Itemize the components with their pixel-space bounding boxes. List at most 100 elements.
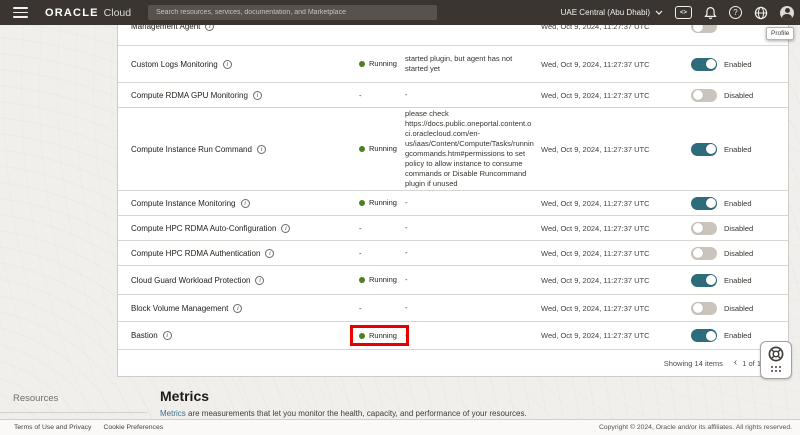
plugin-message: - bbox=[405, 248, 541, 258]
plugin-updated: Wed, Oct 9, 2024, 11:27:37 UTC bbox=[541, 224, 691, 233]
plugin-message: - bbox=[405, 331, 541, 341]
apps-grid-icon[interactable] bbox=[771, 366, 781, 372]
plugin-updated: Wed, Oct 9, 2024, 11:27:37 UTC bbox=[541, 145, 691, 154]
search-input[interactable] bbox=[156, 9, 429, 16]
table-row: Bastion i Running - Wed, Oct 9, 2024, 11… bbox=[118, 322, 788, 350]
plugin-name: Bastion bbox=[131, 331, 158, 340]
status-dot bbox=[359, 200, 365, 206]
plugin-toggle[interactable] bbox=[691, 222, 717, 235]
plugin-toggle[interactable] bbox=[691, 58, 717, 71]
plugin-name: Compute RDMA GPU Monitoring bbox=[131, 91, 248, 100]
metrics-section-heading: Metrics bbox=[160, 388, 209, 404]
info-icon[interactable]: i bbox=[281, 224, 290, 233]
info-icon[interactable]: i bbox=[233, 304, 242, 313]
toggle-state-label: Enabled bbox=[724, 331, 752, 340]
metrics-link[interactable]: Metrics bbox=[160, 409, 186, 418]
sidebar-divider bbox=[0, 412, 147, 413]
toggle-state-label: Enabled bbox=[724, 276, 752, 285]
status-dot bbox=[359, 277, 365, 283]
plugin-updated: Wed, Oct 9, 2024, 11:27:37 UTC bbox=[541, 249, 691, 258]
plugin-message: - bbox=[405, 303, 541, 313]
resources-sidebar-title: Resources bbox=[13, 393, 58, 404]
plugin-status: Running bbox=[369, 275, 397, 284]
support-widget[interactable] bbox=[760, 341, 792, 379]
page-footer: Terms of Use and Privacy Cookie Preferen… bbox=[0, 419, 800, 435]
status-cell: - bbox=[359, 224, 362, 233]
region-selector[interactable]: UAE Central (Abu Dhabi) bbox=[561, 8, 663, 17]
plugin-toggle[interactable] bbox=[691, 274, 717, 287]
plugin-message: - bbox=[405, 198, 541, 208]
plugin-updated: Wed, Oct 9, 2024, 11:27:37 UTC bbox=[541, 91, 691, 100]
toggle-state-label: Enabled bbox=[724, 60, 752, 69]
terms-link[interactable]: Terms of Use and Privacy bbox=[14, 424, 91, 431]
plugin-updated: Wed, Oct 9, 2024, 11:27:37 UTC bbox=[541, 60, 691, 69]
cookie-preferences-link[interactable]: Cookie Preferences bbox=[103, 424, 163, 431]
top-navigation-bar: ORACLE Cloud UAE Central (Abu Dhabi) <> … bbox=[0, 0, 800, 25]
hamburger-menu-icon[interactable] bbox=[13, 7, 28, 18]
page-indicator: 1 of 1 bbox=[742, 359, 761, 368]
table-row: Compute RDMA GPU Monitoring i - - Wed, O… bbox=[118, 83, 788, 108]
plugin-name: Compute HPC RDMA Authentication bbox=[131, 249, 260, 258]
info-icon[interactable]: i bbox=[163, 331, 172, 340]
plugin-name: Compute HPC RDMA Auto-Configuration bbox=[131, 224, 276, 233]
table-row: Block Volume Management i - - Wed, Oct 9… bbox=[118, 295, 788, 322]
oracle-cloud-logo[interactable]: ORACLE Cloud bbox=[45, 7, 131, 19]
language-globe-icon[interactable] bbox=[754, 6, 768, 20]
plugin-name: Custom Logs Monitoring bbox=[131, 60, 218, 69]
info-icon[interactable]: i bbox=[223, 60, 232, 69]
notifications-bell-icon[interactable] bbox=[704, 6, 717, 20]
plugin-updated: Wed, Oct 9, 2024, 11:27:37 UTC bbox=[541, 199, 691, 208]
info-icon[interactable]: i bbox=[255, 276, 264, 285]
plugin-updated: Wed, Oct 9, 2024, 11:27:37 UTC bbox=[541, 276, 691, 285]
info-icon[interactable]: i bbox=[241, 199, 250, 208]
status-cell: - bbox=[359, 91, 362, 100]
global-search[interactable] bbox=[148, 5, 437, 20]
info-icon[interactable]: i bbox=[257, 145, 266, 154]
status-cell: Running bbox=[350, 325, 409, 346]
toggle-state-label: Disabled bbox=[724, 304, 753, 313]
plugin-status: - bbox=[359, 304, 362, 313]
info-icon[interactable]: i bbox=[253, 91, 262, 100]
plugin-updated: Wed, Oct 9, 2024, 11:27:37 UTC bbox=[541, 304, 691, 313]
plugin-toggle[interactable] bbox=[691, 247, 717, 260]
info-icon[interactable]: i bbox=[265, 249, 274, 258]
plugin-toggle[interactable] bbox=[691, 143, 717, 156]
plugin-toggle[interactable] bbox=[691, 329, 717, 342]
cloud-shell-icon[interactable]: <> bbox=[675, 6, 692, 19]
plugin-status: - bbox=[359, 224, 362, 233]
plugin-status: Running bbox=[369, 144, 397, 153]
plugin-name: Cloud Guard Workload Protection bbox=[131, 276, 250, 285]
chevron-down-icon bbox=[655, 10, 663, 15]
status-dot bbox=[359, 146, 365, 152]
profile-avatar-icon[interactable] bbox=[780, 6, 794, 20]
brand-cloud: Cloud bbox=[104, 7, 131, 19]
pagination[interactable]: ‹ 1 of 1 bbox=[734, 358, 761, 368]
plugin-toggle[interactable] bbox=[691, 197, 717, 210]
region-label: UAE Central (Abu Dhabi) bbox=[561, 8, 650, 17]
plugin-message: please check https://docs.public.oneport… bbox=[405, 109, 541, 189]
chevron-left-icon[interactable]: ‹ bbox=[734, 358, 737, 368]
metrics-description-text: are measurements that let you monitor th… bbox=[186, 409, 527, 418]
plugin-name: Block Volume Management bbox=[131, 304, 228, 313]
table-row: Compute Instance Run Command i Running p… bbox=[118, 108, 788, 191]
status-cell: - bbox=[359, 249, 362, 258]
plugin-status: Running bbox=[369, 198, 397, 207]
status-cell: Running bbox=[359, 198, 397, 207]
plugin-message: - bbox=[405, 275, 541, 285]
support-lifebuoy-icon[interactable] bbox=[767, 345, 785, 363]
help-icon[interactable]: ? bbox=[729, 6, 742, 19]
plugin-toggle[interactable] bbox=[691, 302, 717, 315]
table-row: Compute HPC RDMA Authentication i - - We… bbox=[118, 241, 788, 266]
table-row: Cloud Guard Workload Protection i Runnin… bbox=[118, 266, 788, 295]
plugin-toggle[interactable] bbox=[691, 89, 717, 102]
profile-tooltip: Profile bbox=[766, 27, 794, 40]
plugin-name: Compute Instance Monitoring bbox=[131, 199, 236, 208]
status-cell: Running bbox=[359, 59, 397, 68]
toggle-state-label: Enabled bbox=[724, 145, 752, 154]
table-footer: Showing 14 items ‹ 1 of 1 bbox=[118, 350, 788, 376]
metrics-description: Metrics are measurements that let you mo… bbox=[160, 409, 780, 418]
plugin-message: - bbox=[405, 90, 541, 100]
plugin-status: Running bbox=[369, 331, 397, 340]
toggle-state-label: Disabled bbox=[724, 224, 753, 233]
plugin-name: Compute Instance Run Command bbox=[131, 145, 252, 154]
